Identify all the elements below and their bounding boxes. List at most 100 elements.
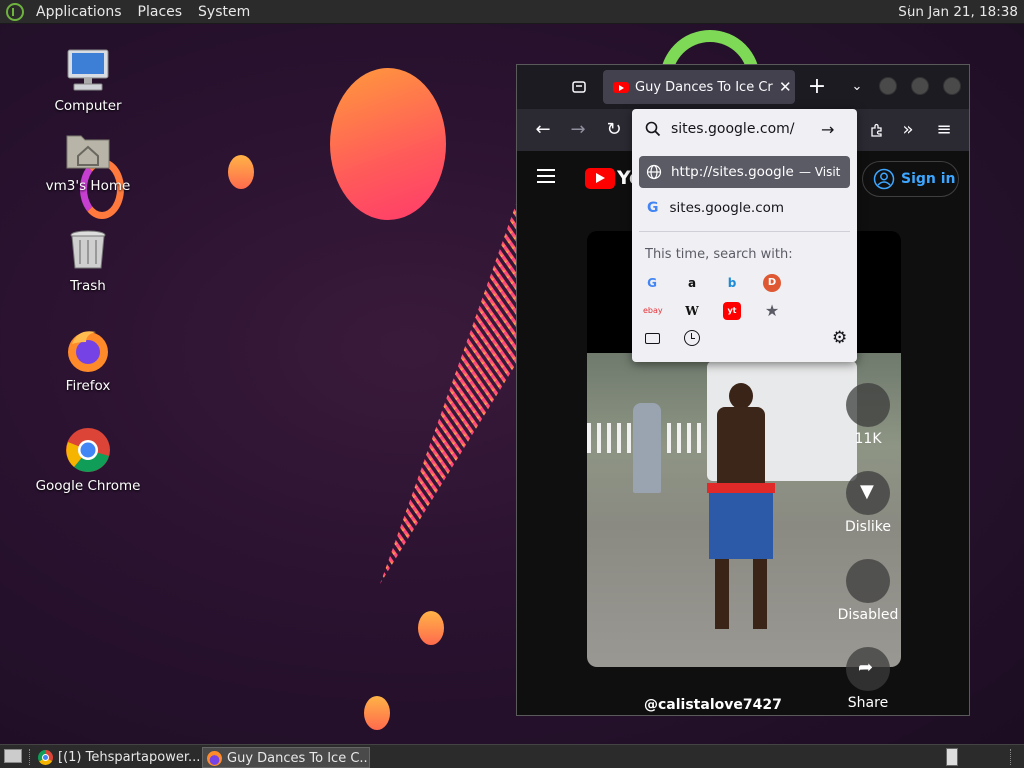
wallpaper-orange-circle — [330, 68, 446, 220]
sign-in-button[interactable]: Sign in — [862, 161, 959, 197]
taskbar-tray-separator — [1010, 749, 1011, 765]
chrome-icon — [64, 426, 112, 474]
hamburger-menu-icon[interactable] — [537, 169, 555, 183]
panel-clock[interactable]: Sun Jan 21, 18:38 — [898, 0, 1018, 24]
new-tab-button[interactable]: + — [803, 73, 831, 101]
wikipedia-engine-icon[interactable]: W — [683, 302, 701, 320]
maximize-button[interactable] — [911, 77, 929, 95]
back-button[interactable]: ← — [529, 116, 557, 144]
dislike-button[interactable]: ▼ Dislike — [837, 471, 899, 535]
thumbs-up-icon — [846, 383, 890, 427]
desktop-icon-firefox[interactable]: Firefox — [33, 326, 143, 394]
desktop-icon-chrome[interactable]: Google Chrome — [33, 426, 143, 494]
home-folder-icon — [64, 126, 112, 174]
youtube-logo-icon — [585, 167, 615, 189]
desktop-icon-label: vm3's Home — [45, 178, 131, 194]
desktop-icon-label: Google Chrome — [35, 478, 141, 494]
go-arrow-icon[interactable]: → — [821, 120, 834, 139]
menu-system[interactable]: System — [190, 0, 258, 24]
share-button[interactable]: ➦ Share — [837, 647, 899, 711]
thumbs-down-icon: ▼ — [846, 471, 890, 515]
tab-overview-icon — [572, 81, 586, 93]
search-icon — [645, 121, 661, 137]
taskbar-task-label: Guy Dances To Ice C... — [227, 751, 370, 766]
computer-icon — [64, 46, 112, 94]
desktop-icon-trash[interactable]: Trash — [33, 226, 143, 294]
forward-button[interactable]: → — [564, 116, 592, 144]
menu-applications[interactable]: Applications — [28, 0, 130, 24]
reload-button[interactable]: ↻ — [600, 116, 628, 144]
history-engine-icon[interactable] — [684, 330, 700, 346]
extensions-icon[interactable] — [863, 116, 891, 144]
search-with-label: This time, search with: — [645, 247, 793, 262]
url-input[interactable]: sites.google.com/ — [671, 121, 821, 137]
popup-divider — [639, 231, 850, 232]
search-settings-gear-icon[interactable]: ⚙ — [832, 328, 847, 348]
suggestion-visit-text: http://sites.google. — [671, 164, 795, 180]
desktop-icon-computer[interactable]: Computer — [33, 46, 143, 114]
taskbar-task-chrome[interactable]: [(1) Tehspartapower... — [34, 747, 200, 768]
dislike-label: Dislike — [845, 519, 891, 535]
bottom-taskbar: [(1) Tehspartapower... Guy Dances To Ice… — [0, 744, 1024, 768]
close-window-button[interactable] — [943, 77, 961, 95]
tab-bar: Guy Dances To Ice Crea ✕ + ⌄ — [517, 65, 969, 109]
top-panel: Applications Places System Sun Jan 21, 1… — [0, 0, 1024, 24]
firefox-icon — [207, 751, 222, 766]
suggestion-visit-url[interactable]: http://sites.google. — Visit — [639, 156, 850, 188]
duckduckgo-engine-icon[interactable]: D — [763, 274, 781, 292]
chrome-icon — [38, 750, 53, 765]
suggestion-search-text: sites.google.com — [669, 200, 785, 216]
tab-active[interactable]: Guy Dances To Ice Crea ✕ — [603, 70, 795, 104]
tab-close-icon[interactable]: ✕ — [779, 78, 792, 96]
desktop-icon-label: Firefox — [65, 378, 111, 394]
youtube-favicon-icon — [613, 81, 629, 93]
url-bar-popup: sites.google.com/ → http://sites.google.… — [632, 109, 857, 362]
wallpaper-small-blob — [228, 155, 254, 189]
tabs-engine-icon[interactable] — [645, 333, 660, 344]
channel-name[interactable]: @calistalove7427 — [644, 697, 782, 713]
menu-places[interactable]: Places — [130, 0, 191, 24]
youtube-engine-icon[interactable]: yt — [723, 302, 741, 320]
firefox-icon — [64, 326, 112, 374]
trash-icon — [64, 226, 112, 274]
share-label: Share — [847, 695, 889, 711]
globe-icon — [646, 164, 662, 180]
show-desktop-icon[interactable] — [4, 749, 22, 763]
overflow-chevron-icon[interactable]: » — [894, 116, 922, 144]
star-bookmarks-engine-icon[interactable]: ★ — [763, 302, 781, 320]
list-all-tabs-icon[interactable]: ⌄ — [843, 73, 871, 101]
desktop-icon-label: Trash — [70, 278, 106, 294]
taskbar-separator — [29, 749, 30, 765]
video-person-bystander — [633, 403, 661, 493]
app-menu-icon[interactable]: ≡ — [930, 116, 958, 144]
wallpaper-small-blob — [418, 611, 444, 645]
wallpaper-striped-triangle — [380, 204, 516, 584]
comments-button[interactable]: Disabled — [837, 559, 899, 623]
sign-in-label: Sign in — [901, 171, 956, 187]
desktop-icon-home[interactable]: vm3's Home — [33, 126, 143, 194]
share-icon: ➦ — [846, 647, 890, 691]
bing-engine-icon[interactable]: b — [723, 274, 741, 292]
system-logo-icon[interactable] — [6, 2, 24, 21]
like-button[interactable]: 11K — [837, 383, 899, 447]
url-input-row: sites.google.com/ → — [632, 109, 857, 149]
comments-disabled-label: Disabled — [837, 607, 899, 623]
suggestion-search[interactable]: G sites.google.com — [639, 192, 850, 224]
wallpaper-small-blob — [364, 696, 390, 730]
desktop-icon-label: Computer — [54, 98, 122, 114]
taskbar-task-label: [(1) Tehspartapower... — [58, 750, 200, 765]
tab-overview-button[interactable] — [565, 73, 593, 101]
google-engine-icon[interactable]: G — [643, 274, 661, 292]
suggestion-visit-label: — Visit — [799, 165, 841, 179]
comment-icon — [846, 559, 890, 603]
like-count: 11K — [854, 431, 882, 447]
amazon-engine-icon[interactable]: a — [683, 274, 701, 292]
workspace-switcher[interactable] — [946, 748, 958, 766]
tab-title: Guy Dances To Ice Crea — [635, 79, 773, 95]
google-icon: G — [647, 200, 659, 216]
minimize-button[interactable] — [879, 77, 897, 95]
taskbar-task-firefox[interactable]: Guy Dances To Ice C... — [202, 747, 370, 768]
ebay-engine-icon[interactable]: ebay — [643, 302, 663, 320]
video-person-dancer — [707, 383, 777, 633]
account-icon — [873, 168, 895, 190]
